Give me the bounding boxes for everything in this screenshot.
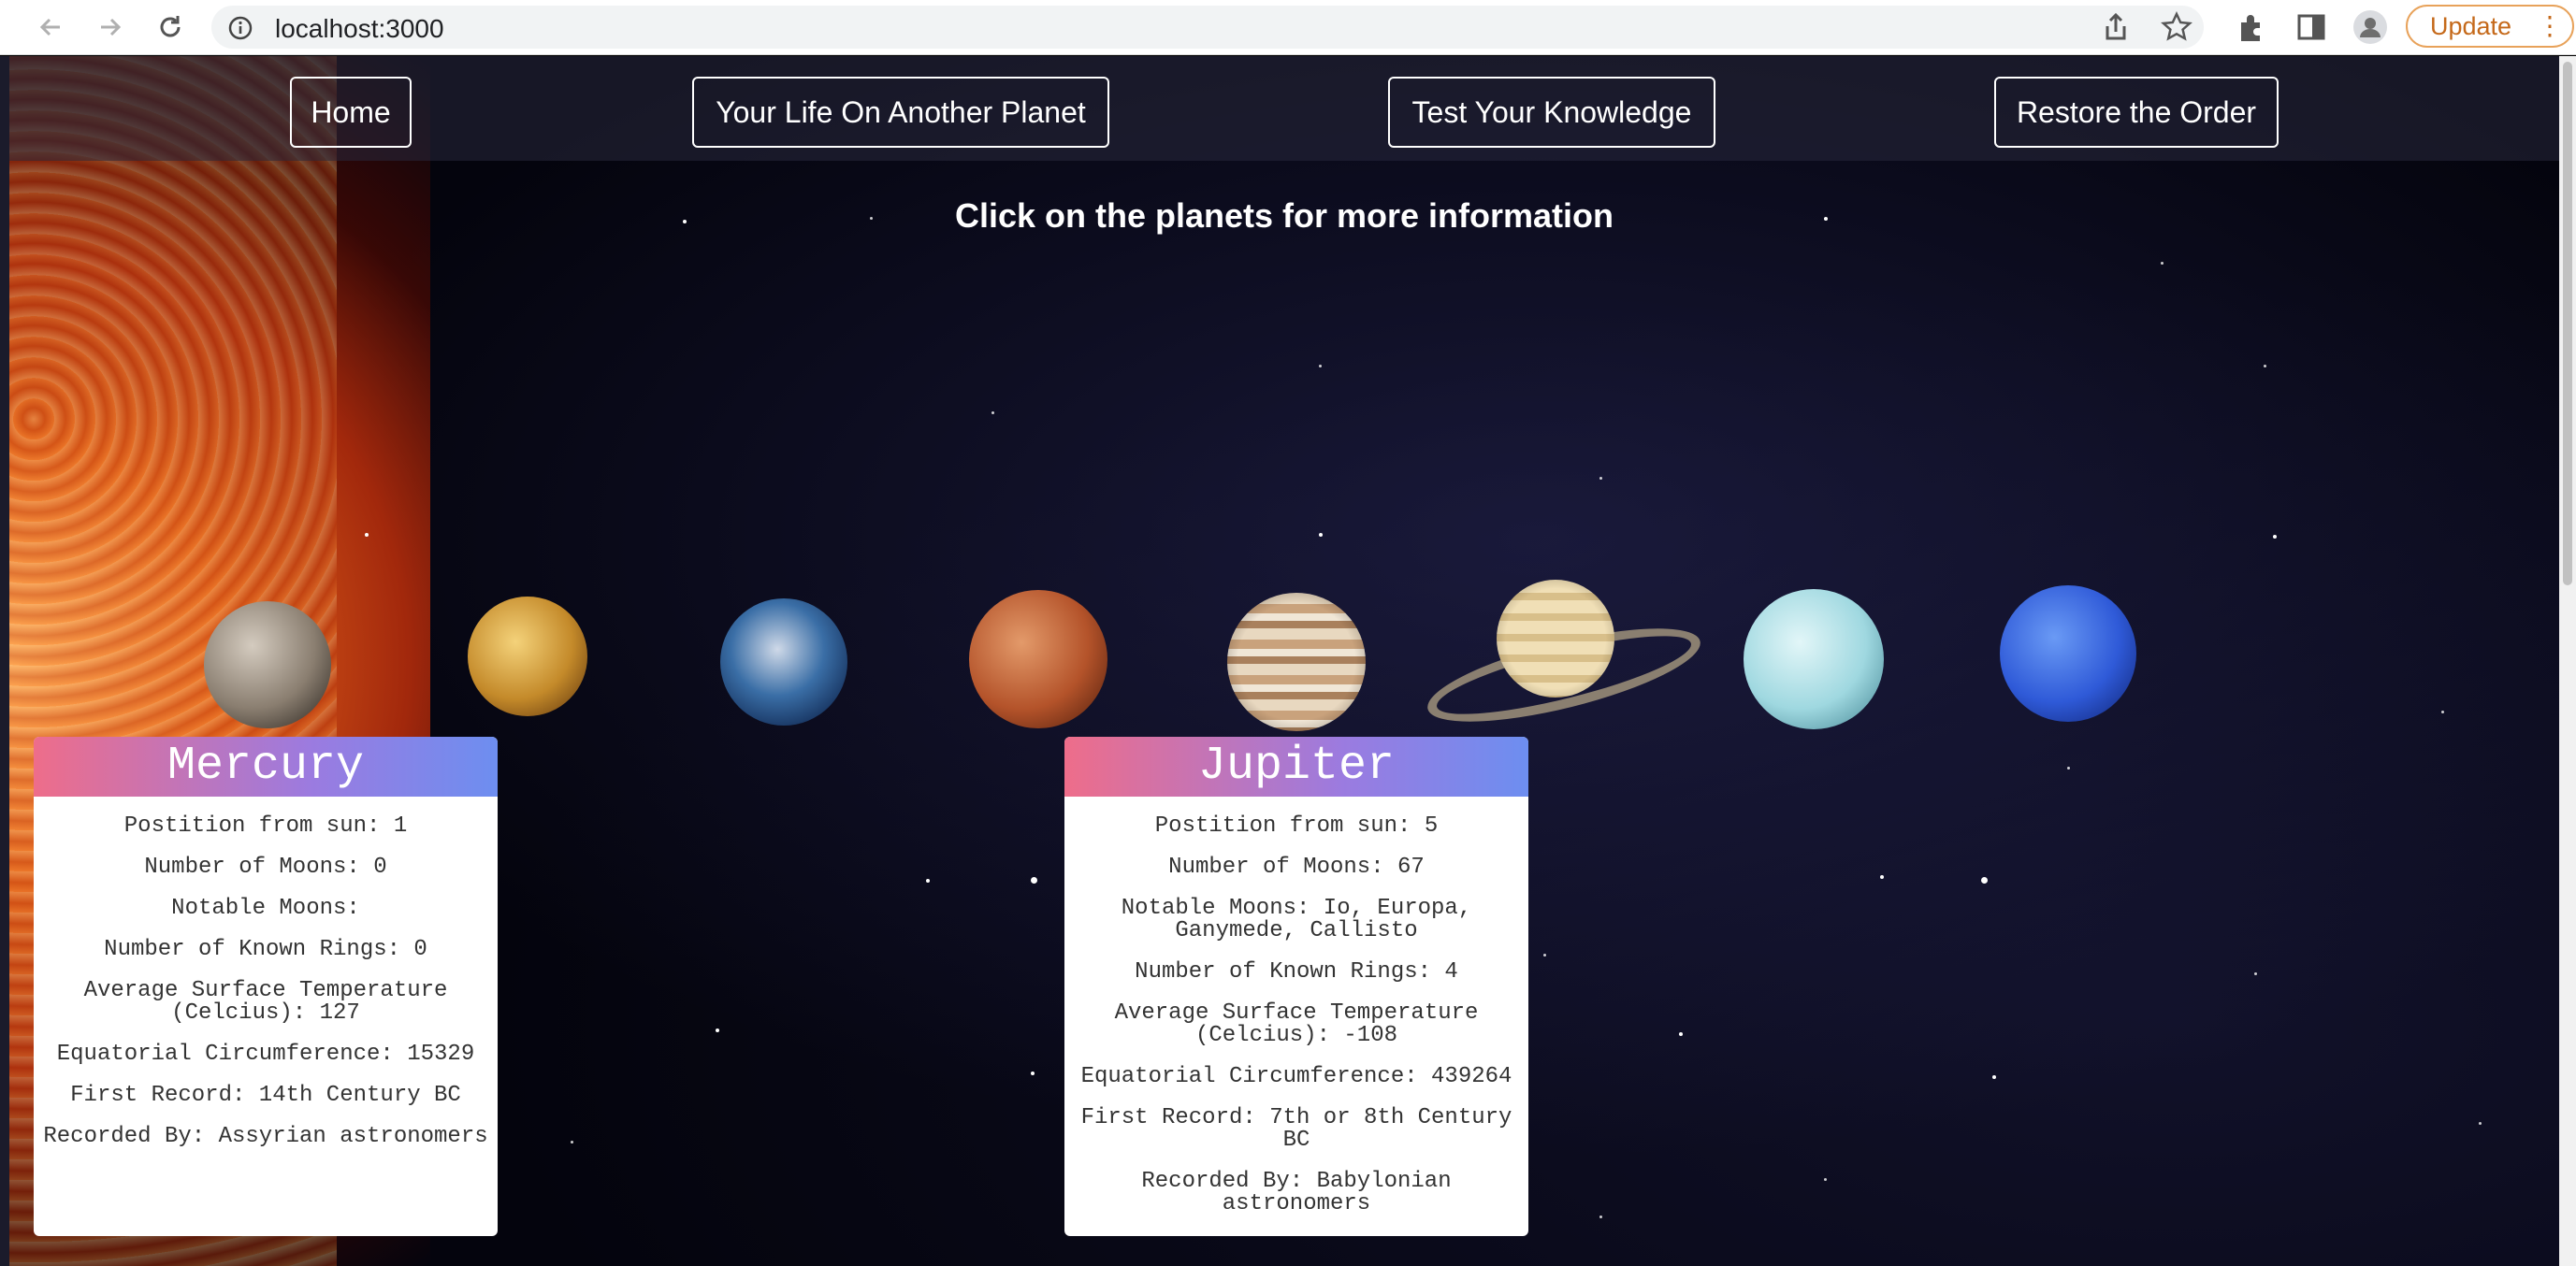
star bbox=[2161, 262, 2164, 265]
planet-mercury[interactable] bbox=[204, 601, 331, 728]
star bbox=[1992, 1075, 1996, 1079]
mercury-info-card: Mercury Postition from sun: 1 Number of … bbox=[34, 737, 498, 1236]
nav-life-button[interactable]: Your Life On Another Planet bbox=[692, 77, 1109, 148]
star bbox=[1880, 875, 1884, 879]
star bbox=[1599, 1216, 1602, 1218]
scrollbar-thumb[interactable] bbox=[2563, 62, 2572, 585]
star bbox=[1543, 954, 1546, 957]
profile-avatar-icon[interactable] bbox=[2352, 9, 2388, 50]
card-body: Postition from sun: 5 Number of Moons: 6… bbox=[1064, 797, 1528, 1236]
notable-moons: Notable Moons: Io, Europa, Ganymede, Cal… bbox=[1121, 896, 1472, 943]
url-text: localhost:3000 bbox=[275, 14, 444, 43]
side-panel-icon[interactable] bbox=[2295, 11, 2327, 48]
planet-neptune[interactable] bbox=[2000, 585, 2136, 722]
back-icon[interactable] bbox=[32, 8, 69, 46]
first-record: First Record: 7th or 8th Century BC bbox=[1080, 1105, 1512, 1153]
planet-venus[interactable] bbox=[468, 597, 587, 716]
bookmark-star-icon[interactable] bbox=[2161, 11, 2192, 48]
star bbox=[1319, 533, 1323, 537]
star bbox=[2067, 767, 2070, 770]
star bbox=[1679, 1032, 1683, 1036]
equatorial-circumference: Equatorial Circumference: 15329 bbox=[56, 1042, 475, 1067]
jupiter-info-card: Jupiter Postition from sun: 5 Number of … bbox=[1064, 737, 1528, 1236]
star bbox=[1981, 877, 1988, 884]
notable-moons: Notable Moons: bbox=[171, 896, 360, 921]
first-record: First Record: 14th Century BC bbox=[70, 1083, 461, 1108]
star bbox=[2441, 711, 2444, 713]
recorded-by: Recorded By: Assyrian astronomers bbox=[43, 1124, 488, 1149]
equatorial-circumference: Equatorial Circumference: 439264 bbox=[1080, 1064, 1512, 1089]
forward-icon[interactable] bbox=[92, 8, 129, 46]
star bbox=[2479, 1122, 2482, 1125]
update-label: Update bbox=[2430, 11, 2512, 40]
card-body: Postition from sun: 1 Number of Moons: 0… bbox=[34, 797, 498, 1178]
star bbox=[1031, 877, 1037, 884]
surface-temperature: Average Surface Temperature (Celcius): 1… bbox=[83, 978, 448, 1026]
card-title: Jupiter bbox=[1064, 737, 1528, 797]
star bbox=[2264, 365, 2266, 367]
star bbox=[1319, 365, 1322, 367]
site-navbar: Home Your Life On Another Planet Test Yo… bbox=[9, 56, 2559, 161]
known-rings: Number of Known Rings: 4 bbox=[1135, 959, 1458, 985]
star bbox=[991, 411, 994, 414]
nav-restore-button[interactable]: Restore the Order bbox=[1994, 77, 2279, 148]
nav-home-button[interactable]: Home bbox=[290, 77, 412, 148]
page-scrollbar[interactable] bbox=[2559, 56, 2576, 1266]
card-title: Mercury bbox=[34, 737, 498, 797]
number-of-moons: Number of Moons: 67 bbox=[1168, 855, 1425, 880]
position-from-sun: Postition from sun: 5 bbox=[1154, 813, 1439, 839]
more-menu-icon[interactable]: ⋮ bbox=[2537, 12, 2563, 40]
surface-temperature: Average Surface Temperature (Celcius): -… bbox=[1114, 1000, 1479, 1048]
browser-toolbar: localhost:3000 Update ⋮ bbox=[0, 0, 2576, 55]
planet-earth[interactable] bbox=[720, 598, 847, 726]
extensions-icon[interactable] bbox=[2236, 11, 2267, 48]
star bbox=[716, 1029, 719, 1032]
page-content: Home Your Life On Another Planet Test Yo… bbox=[9, 56, 2559, 1266]
star bbox=[2273, 535, 2277, 539]
share-icon[interactable] bbox=[2100, 11, 2132, 48]
planet-jupiter[interactable] bbox=[1227, 593, 1366, 731]
update-button[interactable]: Update ⋮ bbox=[2406, 5, 2574, 48]
instruction-text: Click on the planets for more informatio… bbox=[954, 196, 1614, 235]
star bbox=[571, 1141, 573, 1144]
star bbox=[1599, 477, 1602, 480]
star bbox=[1824, 1178, 1827, 1181]
recorded-by: Recorded By: Babylonian astronomers bbox=[1141, 1169, 1452, 1216]
position-from-sun: Postition from sun: 1 bbox=[123, 813, 408, 839]
planet-uranus[interactable] bbox=[1744, 589, 1884, 729]
nav-test-button[interactable]: Test Your Knowledge bbox=[1388, 77, 1715, 148]
star bbox=[1031, 1072, 1035, 1075]
star bbox=[926, 879, 930, 883]
address-bar[interactable]: localhost:3000 bbox=[211, 6, 2204, 49]
left-window-edge bbox=[0, 56, 9, 1266]
number-of-moons: Number of Moons: 0 bbox=[144, 855, 387, 880]
planet-saturn[interactable] bbox=[1497, 580, 1614, 698]
site-info-icon[interactable] bbox=[226, 14, 254, 47]
known-rings: Number of Known Rings: 0 bbox=[104, 937, 427, 962]
planet-mars[interactable] bbox=[969, 590, 1107, 728]
reload-icon[interactable] bbox=[152, 8, 189, 46]
star bbox=[2254, 972, 2257, 975]
star bbox=[365, 533, 369, 537]
